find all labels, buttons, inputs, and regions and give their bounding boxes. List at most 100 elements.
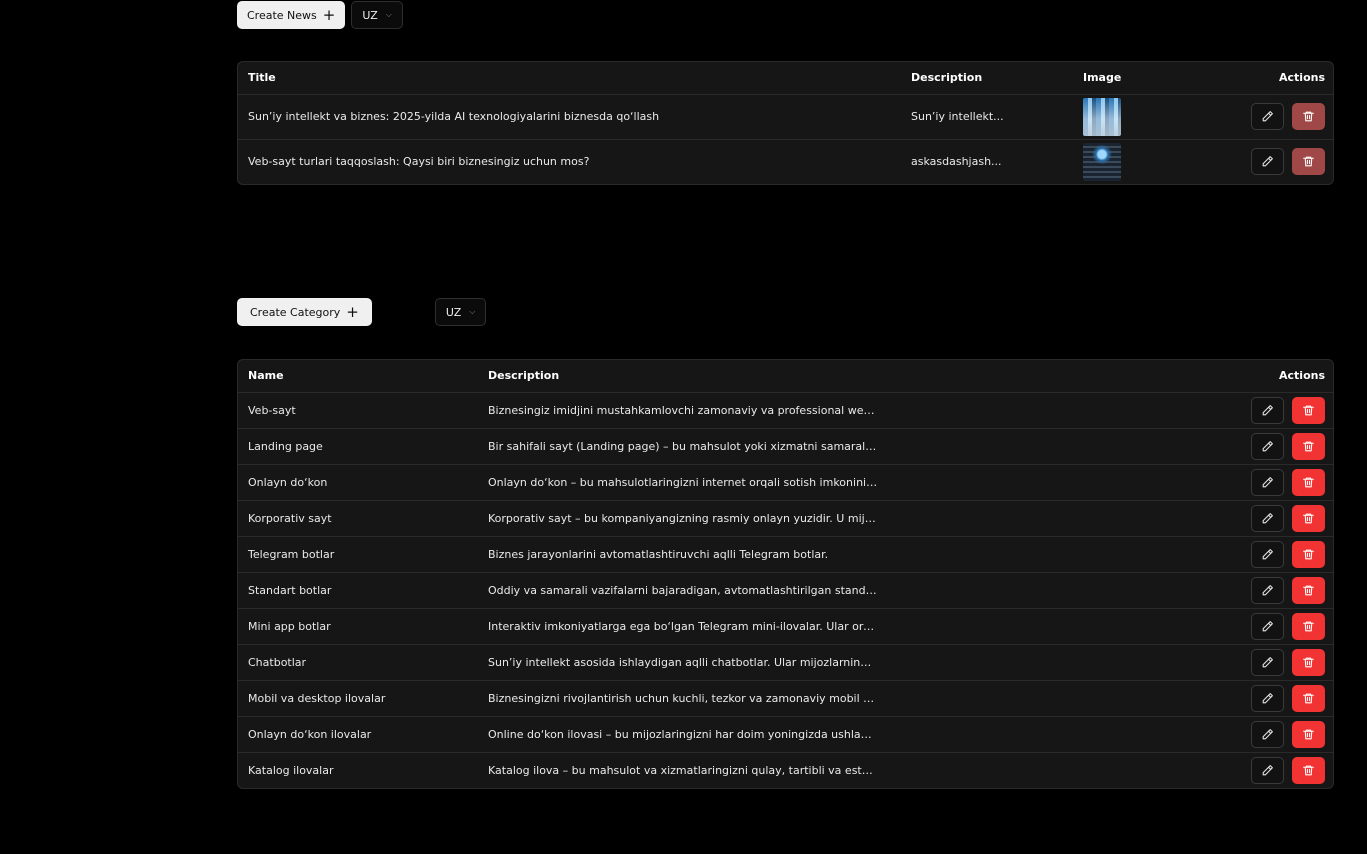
create-category-button[interactable]: Create Category + xyxy=(237,298,372,326)
category-edit-button-3[interactable] xyxy=(1251,504,1284,532)
category-edit-button-7[interactable] xyxy=(1251,648,1284,676)
category-description: Onlayn do‘kon – bu mahsulotlaringizni in… xyxy=(478,464,888,501)
category-edit-button-4[interactable] xyxy=(1251,540,1284,568)
category-edit-button-9[interactable] xyxy=(1251,720,1284,748)
category-edit-button-2[interactable] xyxy=(1251,468,1284,496)
plus-icon: + xyxy=(322,5,336,24)
category-description: Biznesingizni rivojlantirish uchun kuchl… xyxy=(478,680,888,717)
category-delete-button-3[interactable] xyxy=(1292,504,1325,532)
category-row: Mini app botlar Interaktiv imkoniyatlarga… xyxy=(238,608,1333,645)
pencil-icon xyxy=(1261,404,1274,417)
category-delete-button-1[interactable] xyxy=(1292,432,1325,460)
category-delete-button-0[interactable] xyxy=(1292,396,1325,424)
pencil-icon xyxy=(1261,548,1274,561)
pencil-icon xyxy=(1261,620,1274,633)
category-delete-button-10[interactable] xyxy=(1292,756,1325,784)
row-actions xyxy=(898,468,1325,496)
news-col-actions: Actions xyxy=(1193,62,1333,95)
pencil-icon xyxy=(1261,476,1274,489)
category-name: Korporativ sayt xyxy=(238,500,478,537)
category-description: Katalog ilova – bu mahsulot va xizmatlar… xyxy=(488,763,888,777)
create-news-label: Create News xyxy=(247,8,317,22)
category-row: Onlayn do‘kon ilovalar Online do‘kon ilov… xyxy=(238,716,1333,753)
category-col-description: Description xyxy=(478,360,888,393)
category-row: Telegram botlar Biznes jarayonlarini avto… xyxy=(238,536,1333,573)
row-actions xyxy=(898,756,1325,784)
news-title: Veb-sayt turlari taqqoslash: Qaysi biri … xyxy=(248,155,590,169)
news-thumbnail xyxy=(1083,97,1121,136)
pencil-icon xyxy=(1261,764,1274,777)
news-description: askasdashjash... xyxy=(911,155,1002,169)
category-delete-button-7[interactable] xyxy=(1292,648,1325,676)
category-delete-button-5[interactable] xyxy=(1292,576,1325,604)
news-language-value: UZ xyxy=(362,8,378,22)
pencil-icon xyxy=(1261,512,1274,525)
category-edit-button-1[interactable] xyxy=(1251,432,1284,460)
row-actions xyxy=(898,504,1325,532)
news-delete-button-1[interactable] xyxy=(1292,148,1325,176)
news-col-image: Image xyxy=(1073,62,1193,95)
plus-icon: + xyxy=(346,302,359,321)
chevron-down-icon: ⌵ xyxy=(385,10,392,19)
category-edit-button-5[interactable] xyxy=(1251,576,1284,604)
row-actions xyxy=(1203,103,1325,130)
category-description: Korporativ sayt – bu kompaniyangizning r… xyxy=(478,500,888,537)
category-name: Chatbotlar xyxy=(238,644,478,681)
trash-icon xyxy=(1302,440,1315,453)
category-edit-button-8[interactable] xyxy=(1251,684,1284,712)
category-description: Bir sahifali sayt (Landing page) – bu ma… xyxy=(478,428,888,465)
category-toolbar: Create Category + UZ ⌵ xyxy=(237,298,487,326)
pencil-icon xyxy=(1261,440,1274,453)
category-edit-button-0[interactable] xyxy=(1251,396,1284,424)
news-col-description: Description xyxy=(901,62,1073,95)
news-row: Veb-sayt turlari taqqoslash: Qaysi biri … xyxy=(238,139,1333,184)
row-actions xyxy=(898,720,1325,748)
news-delete-button-0[interactable] xyxy=(1292,103,1325,130)
trash-icon xyxy=(1302,692,1315,705)
category-row: Chatbotlar Sun’iy intellekt asosida ishla… xyxy=(238,644,1333,681)
category-description: Interaktiv imkoniyatlarga ega bo‘lgan Te… xyxy=(478,608,888,645)
pencil-icon xyxy=(1261,584,1274,597)
category-name: Mini app botlar xyxy=(238,608,478,645)
category-delete-button-9[interactable] xyxy=(1292,720,1325,748)
row-actions xyxy=(898,684,1325,712)
category-edit-button-10[interactable] xyxy=(1251,756,1284,784)
category-name: Onlayn do‘kon ilovalar xyxy=(238,716,478,753)
trash-icon xyxy=(1302,404,1315,417)
category-description: Sun’iy intellekt asosida ishlaydigan aql… xyxy=(478,644,888,681)
row-actions xyxy=(898,576,1325,604)
news-language-select[interactable]: UZ ⌵ xyxy=(351,1,403,29)
news-description: Sun’iy intellekt... xyxy=(901,94,1073,140)
category-description: Biznes jarayonlarini avtomatlashtiruvchi… xyxy=(478,536,888,573)
category-delete-button-4[interactable] xyxy=(1292,540,1325,568)
news-toolbar: Create News + UZ ⌵ xyxy=(237,1,403,29)
category-row: Korporativ sayt Korporativ sayt – bu komp… xyxy=(238,500,1333,537)
category-name: Veb-sayt xyxy=(238,392,478,429)
category-row: Katalog ilovalar Katalog ilova – bu mahsu… xyxy=(238,752,1333,788)
pencil-icon xyxy=(1261,692,1274,705)
news-edit-button-0[interactable] xyxy=(1251,103,1284,130)
news-row: Sun’iy intellekt va biznes: 2025-yilda A… xyxy=(238,94,1333,140)
category-delete-button-6[interactable] xyxy=(1292,612,1325,640)
row-actions xyxy=(898,396,1325,424)
category-language-select[interactable]: UZ ⌵ xyxy=(434,298,487,326)
trash-icon xyxy=(1302,584,1315,597)
category-description: Oddiy va samarali vazifalarni bajaradiga… xyxy=(478,572,888,609)
chevron-down-icon: ⌵ xyxy=(469,307,476,316)
category-name: Telegram botlar xyxy=(238,536,478,573)
create-category-label: Create Category xyxy=(250,305,341,319)
create-news-button[interactable]: Create News + xyxy=(237,1,346,29)
news-edit-button-1[interactable] xyxy=(1251,148,1284,176)
trash-icon xyxy=(1302,548,1315,561)
news-thumbnail xyxy=(1083,142,1121,181)
category-delete-button-8[interactable] xyxy=(1292,684,1325,712)
category-name: Katalog ilovalar xyxy=(248,763,334,777)
category-table: Name Description Actions Veb-sayt Biznesi… xyxy=(237,359,1334,789)
category-col-name: Name xyxy=(238,360,478,393)
trash-icon xyxy=(1302,155,1315,168)
trash-icon xyxy=(1302,728,1315,741)
category-delete-button-2[interactable] xyxy=(1292,468,1325,496)
category-edit-button-6[interactable] xyxy=(1251,612,1284,640)
category-row: Landing page Bir sahifali sayt (Landing p… xyxy=(238,428,1333,465)
trash-icon xyxy=(1302,620,1315,633)
